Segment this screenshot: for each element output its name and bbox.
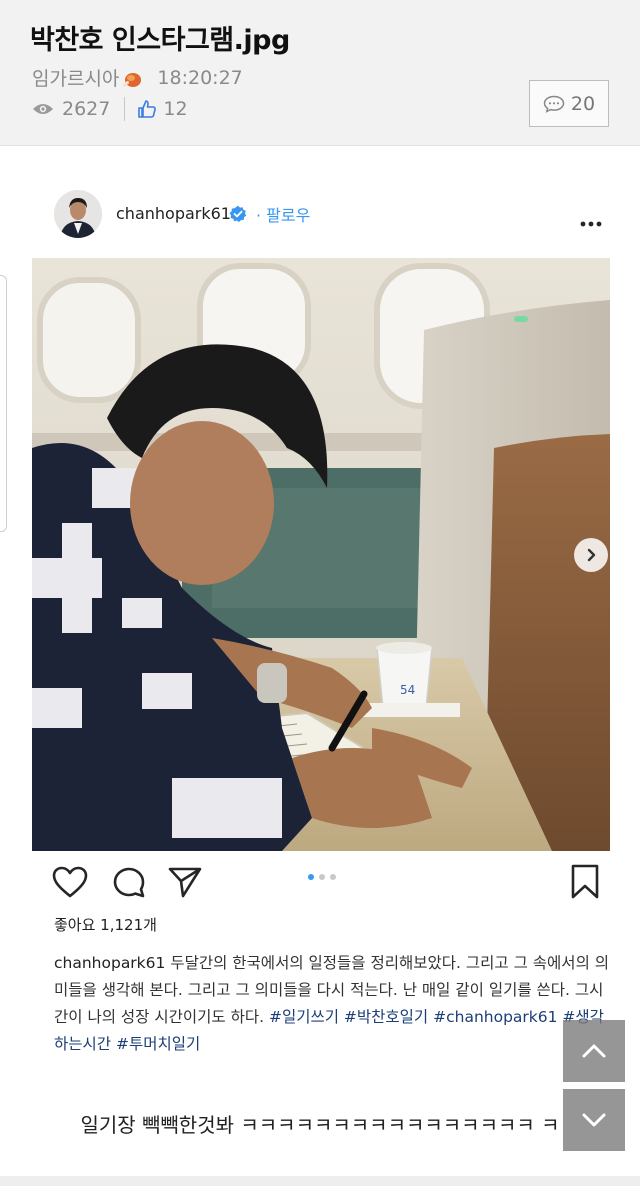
chevron-down-icon (582, 1113, 606, 1127)
comment-bubble-icon[interactable] (112, 866, 146, 904)
comment-count-button[interactable]: 20 (529, 80, 609, 127)
instagram-actions (32, 858, 610, 908)
post-title: 박찬호 인스타그램.jpg (30, 25, 290, 56)
chevron-right-icon (587, 548, 596, 562)
send-icon[interactable] (168, 866, 202, 902)
carousel-dot (319, 874, 325, 880)
comment-count: 20 (570, 92, 596, 115)
instagram-like-count: 좋아요 1,121개 (54, 916, 157, 934)
avatar[interactable] (54, 190, 102, 238)
comment-icon (543, 95, 565, 113)
like-count: 12 (163, 98, 188, 120)
heart-icon[interactable] (52, 866, 88, 902)
author-name[interactable]: 임가르시아 (32, 64, 119, 91)
post-meta: 임가르시아 18:20:27 (32, 64, 243, 91)
post-body-text: 일기장 빽빽한것봐 ㅋㅋㅋㅋㅋㅋㅋㅋㅋㅋㅋㅋㅋㅋㅋㅋ ㅋ (80, 1113, 560, 1137)
view-count: 2627 (62, 98, 111, 120)
instagram-username[interactable]: chanhopark61 (116, 204, 231, 223)
verified-badge-icon (229, 205, 247, 227)
side-scroll-handle[interactable] (0, 275, 7, 532)
post-time: 18:20:27 (157, 66, 243, 89)
stats-divider (124, 97, 126, 121)
scroll-top-button[interactable] (563, 1020, 625, 1082)
thumbs-up-icon[interactable] (137, 99, 157, 119)
caption-username[interactable]: chanhopark61 (54, 954, 165, 972)
chicken-level-icon (121, 67, 143, 89)
eye-icon (32, 102, 54, 116)
post-header: 박찬호 인스타그램.jpg 임가르시아 18:20:27 2627 12 20 (0, 0, 640, 146)
follow-button[interactable]: · 팔로우 (256, 202, 310, 226)
instagram-header: chanhopark61 · 팔로우 (32, 188, 610, 240)
more-options-icon[interactable] (580, 212, 602, 231)
carousel-dot (308, 874, 314, 880)
carousel-indicator (308, 874, 336, 880)
carousel-next-button[interactable] (574, 538, 608, 572)
carousel-dot (330, 874, 336, 880)
post-stats: 2627 12 (32, 97, 188, 121)
svg-text:54: 54 (400, 683, 415, 697)
chevron-up-icon (582, 1044, 606, 1058)
instagram-caption: chanhopark61 두달간의 한국에서의 일정들을 정리해보았다. 그리고… (54, 950, 614, 1058)
bottom-divider (0, 1176, 640, 1186)
photo-illustration: 54 (32, 258, 610, 851)
bookmark-icon[interactable] (570, 864, 600, 904)
instagram-photo[interactable]: 54 (32, 258, 610, 851)
scroll-bottom-button[interactable] (563, 1089, 625, 1151)
